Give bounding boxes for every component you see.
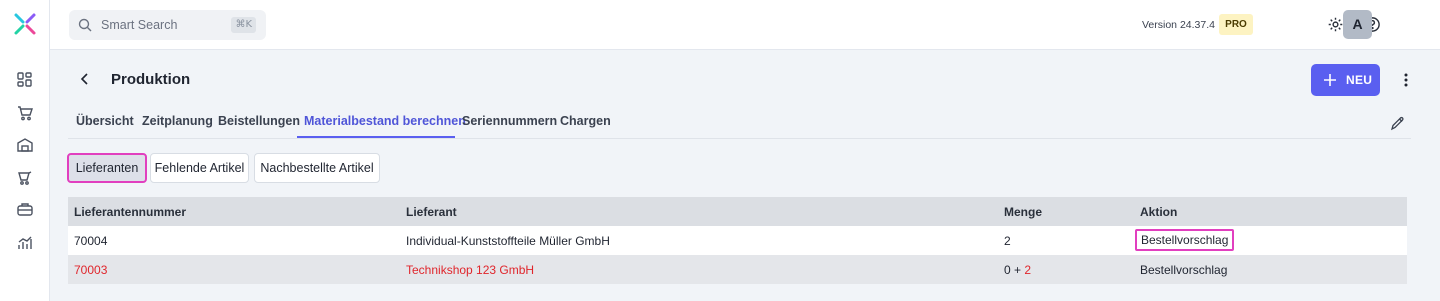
table-row[interactable]: 70003 Technikshop 123 GmbH 0 + 2 Bestell… [68,255,1407,284]
table-row[interactable]: 70004 Individual-Kunststoffteile Müller … [68,226,1407,255]
page-title: Produktion [111,71,191,88]
back-chevron-icon[interactable] [78,72,92,86]
sales-icon[interactable] [16,169,34,187]
tab-chargen[interactable]: Chargen [560,114,611,128]
subtab-fehlende-artikel[interactable]: Fehlende Artikel [150,153,249,183]
column-header-lieferantennummer[interactable]: Lieferantennummer [74,205,186,219]
row-lieferant: Technikshop 123 GmbH [406,263,535,277]
more-options-icon[interactable] [1400,72,1412,88]
bestellvorschlag-button[interactable]: Bestellvorschlag [1140,263,1227,277]
version-label: Version 24.37.4 [1142,19,1215,31]
plus-icon [1324,74,1336,86]
plan-badge: PRO [1219,14,1253,35]
bestellvorschlag-button[interactable]: Bestellvorschlag [1135,229,1235,251]
new-button[interactable]: NEU [1311,64,1380,96]
tab-zeitplanung[interactable]: Zeitplanung [142,114,213,128]
row-menge: 0 + 2 [1004,263,1031,277]
analytics-icon[interactable] [16,234,34,252]
column-header-menge[interactable]: Menge [1004,205,1042,219]
row-lieferantennummer: 70004 [74,234,108,248]
active-tab-indicator [297,136,455,138]
row-menge-extra: 2 [1024,263,1032,277]
row-menge: 2 [1004,234,1011,248]
column-header-aktion[interactable]: Aktion [1140,205,1177,219]
smart-search[interactable]: Smart Search ⌘K [69,10,266,40]
new-button-label: NEU [1346,73,1373,87]
tab-materialbestand-berechnen[interactable]: Materialbestand berechnen [304,114,466,128]
sidebar [0,0,50,301]
dashboard-icon[interactable] [16,71,34,89]
subtab-nachbestellte-artikel[interactable]: Nachbestellte Artikel [254,153,380,183]
search-placeholder[interactable]: Smart Search [101,18,177,32]
edit-pencil-icon[interactable] [1390,116,1405,131]
subtab-lieferanten[interactable]: Lieferanten [67,153,147,183]
app-logo-icon[interactable] [13,12,37,36]
warehouse-icon[interactable] [16,136,34,154]
row-lieferant: Individual-Kunststoffteile Müller GmbH [406,234,610,248]
search-icon [78,18,92,32]
row-menge-base: 0 + [1004,263,1025,277]
production-icon[interactable] [16,201,34,219]
table-header: Lieferantennummer Lieferant Menge Aktion [68,197,1407,226]
tab-uebersicht[interactable]: Übersicht [76,114,134,128]
tab-bar: Übersicht Zeitplanung Beistellungen Mate… [68,104,1411,139]
search-shortcut: ⌘K [231,17,256,33]
row-lieferantennummer: 70003 [74,263,108,277]
column-header-lieferant[interactable]: Lieferant [406,205,457,219]
tab-beistellungen[interactable]: Beistellungen [218,114,300,128]
user-avatar[interactable]: A [1343,10,1372,39]
settings-gear-icon[interactable] [1327,16,1344,33]
tab-seriennummern[interactable]: Seriennummern [462,114,557,128]
cart-icon[interactable] [16,104,34,122]
